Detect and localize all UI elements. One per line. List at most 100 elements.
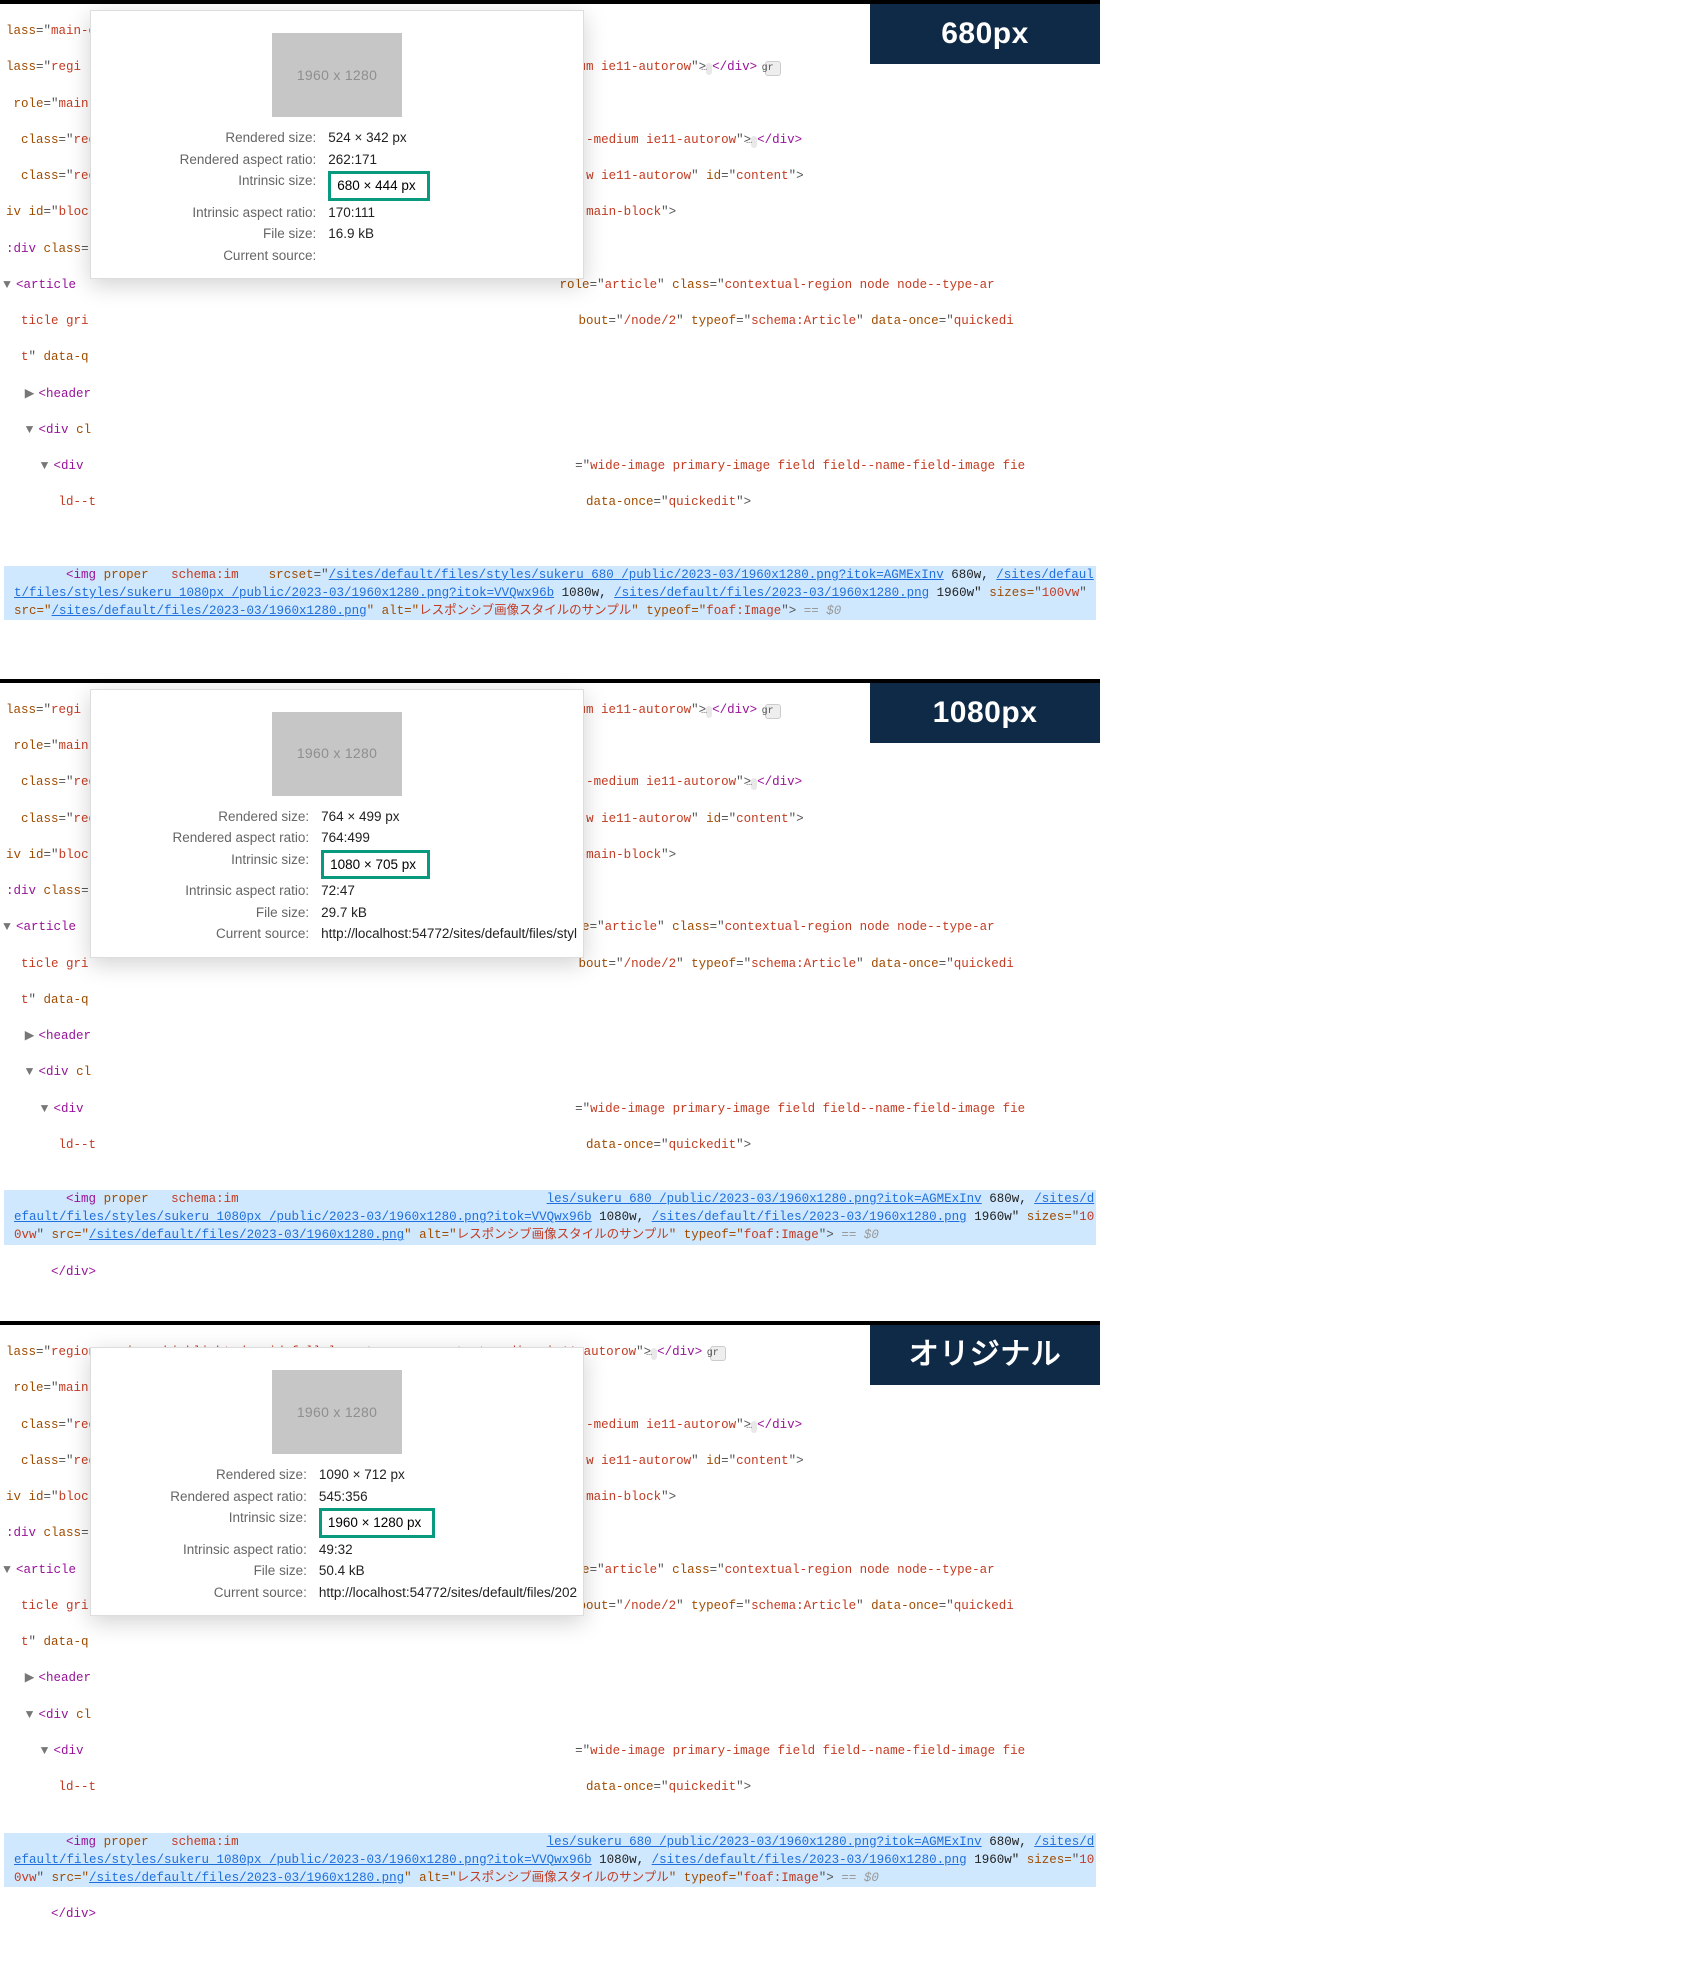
srcset-link-680[interactable]: /sites/default/files/styles/sukeru_680_/… (329, 568, 944, 582)
code-line[interactable]: ▶<header (4, 1669, 1096, 1687)
srcset-link-680-tail[interactable]: les/sukeru_680_/public/2023-03/1960x1280… (547, 1192, 982, 1206)
selected-img-element[interactable]: <img proper schema:imles/sukeru_680_/pub… (4, 1833, 1096, 1887)
expand-arrow-icon[interactable]: ▼ (44, 1100, 54, 1118)
value-rendered-size: 764 × 499 px (315, 806, 583, 828)
code-line[interactable]: t" data-q (4, 348, 1096, 366)
expand-arrow-icon[interactable]: ▼ (29, 421, 39, 439)
code-line[interactable]: </div> (4, 1905, 1096, 1923)
image-info-tooltip: 1960 x 1280 Rendered size:1090 × 712 px … (90, 1347, 584, 1616)
src-link[interactable]: /sites/default/files/2023-03/1960x1280.p… (89, 1871, 404, 1885)
srcset-link-680-tail[interactable]: les/sukeru_680_/public/2023-03/1960x1280… (547, 1835, 982, 1849)
expand-arrow-icon[interactable]: ▶ (29, 1669, 39, 1687)
value-file-size: 50.4 kB (313, 1560, 583, 1582)
value-rendered-size: 1090 × 712 px (313, 1464, 583, 1486)
label-intrinsic-ar: Intrinsic aspect ratio: (91, 202, 322, 224)
grid-badge[interactable]: gr (765, 704, 781, 719)
value-intrinsic-size: 1080 × 705 px (315, 849, 583, 881)
expand-arrow-icon[interactable]: ▼ (6, 276, 16, 294)
tooltip-properties-table: Rendered size:764 × 499 px Rendered aspe… (91, 806, 583, 945)
value-current-source[interactable]: http://localhost:54772/sites/default/fil… (313, 1582, 583, 1604)
expand-arrow-icon[interactable]: ▼ (44, 1742, 54, 1760)
value-file-size: 29.7 kB (315, 902, 583, 924)
value-rendered-ar: 764:499 (315, 827, 583, 849)
code-line[interactable]: ld--tdata-once="quickedit"> (4, 493, 1096, 511)
value-intrinsic-ar: 72:47 (315, 880, 583, 902)
intrinsic-size-highlight: 1960 × 1280 px (319, 1508, 435, 1538)
label-rendered-size: Rendered size: (91, 1464, 313, 1486)
label-file-size: File size: (91, 902, 315, 924)
code-line[interactable]: t" data-q (4, 1633, 1096, 1651)
label-rendered-size: Rendered size: (91, 806, 315, 828)
expand-arrow-icon[interactable]: ▼ (6, 1561, 16, 1579)
selected-marker: == $0 (841, 1228, 879, 1242)
value-intrinsic-size: 1960 × 1280 px (313, 1507, 583, 1539)
label-intrinsic-size: Intrinsic size: (91, 1507, 313, 1539)
intrinsic-size-highlight: 680 × 444 px (328, 171, 429, 201)
value-current-source[interactable]: http://localhost:54772/sites/default/fil… (315, 923, 583, 945)
label-intrinsic-size: Intrinsic size: (91, 849, 315, 881)
label-rendered-ar: Rendered aspect ratio: (91, 149, 322, 171)
image-info-tooltip: 1960 x 1280 Rendered size:524 × 342 px R… (90, 10, 584, 279)
value-current-source[interactable] (322, 245, 583, 267)
srcset-link-orig[interactable]: /sites/default/files/2023-03/1960x1280.p… (652, 1210, 967, 1224)
code-line[interactable]: ▼<div cl (4, 1706, 1096, 1724)
code-line[interactable]: ld--tdata-once="quickedit"> (4, 1136, 1096, 1154)
selected-img-element[interactable]: <img proper schema:im srcset="/sites/def… (4, 566, 1096, 620)
expand-arrow-icon[interactable]: ▼ (6, 918, 16, 936)
label-rendered-size: Rendered size: (91, 127, 322, 149)
value-file-size: 16.9 kB (322, 223, 583, 245)
code-line[interactable]: ▶<header (4, 385, 1096, 403)
src-link[interactable]: /sites/default/files/2023-03/1960x1280.p… (52, 604, 367, 618)
label-rendered-ar: Rendered aspect ratio: (91, 827, 315, 849)
value-rendered-ar: 545:356 (313, 1486, 583, 1508)
expand-arrow-icon[interactable]: ▼ (44, 457, 54, 475)
devtools-section-680: 680px 1960 x 1280 Rendered size:524 × 34… (0, 0, 1100, 679)
grid-badge[interactable]: gr (710, 1346, 726, 1361)
code-line[interactable]: ▼<div ="wide-image primary-image field f… (4, 1100, 1096, 1118)
selected-marker: == $0 (804, 604, 842, 618)
code-line[interactable]: </div> (4, 1263, 1096, 1281)
label-intrinsic-ar: Intrinsic aspect ratio: (91, 880, 315, 902)
grid-badge[interactable]: gr (765, 61, 781, 76)
srcset-link-orig[interactable]: /sites/default/files/2023-03/1960x1280.p… (652, 1853, 967, 1867)
label-file-size: File size: (91, 223, 322, 245)
label-file-size: File size: (91, 1560, 313, 1582)
src-link[interactable]: /sites/default/files/2023-03/1960x1280.p… (89, 1228, 404, 1242)
tooltip-thumbnail: 1960 x 1280 (272, 712, 402, 796)
selected-img-element[interactable]: <img proper schema:imles/sukeru_680_/pub… (4, 1190, 1096, 1244)
value-rendered-size: 524 × 342 px (322, 127, 583, 149)
image-info-tooltip: 1960 x 1280 Rendered size:764 × 499 px R… (90, 689, 584, 958)
value-intrinsic-ar: 49:32 (313, 1539, 583, 1561)
value-intrinsic-size: 680 × 444 px (322, 170, 583, 202)
code-line[interactable]: ▼<div cl (4, 1063, 1096, 1081)
tooltip-thumbnail: 1960 x 1280 (272, 1370, 402, 1454)
tooltip-properties-table: Rendered size:524 × 342 px Rendered aspe… (91, 127, 583, 266)
devtools-section-original: オリジナル 1960 x 1280 Rendered size:1090 × 7… (0, 1321, 1100, 1963)
label-current-source: Current source: (91, 923, 315, 945)
expand-arrow-icon[interactable]: ▶ (29, 385, 39, 403)
code-line[interactable]: ▼<div ="wide-image primary-image field f… (4, 457, 1096, 475)
tooltip-properties-table: Rendered size:1090 × 712 px Rendered asp… (91, 1464, 583, 1603)
code-line[interactable]: t" data-q (4, 991, 1096, 1009)
section-badge: 680px (870, 4, 1100, 64)
expand-arrow-icon[interactable]: ▶ (29, 1027, 39, 1045)
label-intrinsic-size: Intrinsic size: (91, 170, 322, 202)
code-line[interactable]: ▼<div ="wide-image primary-image field f… (4, 1742, 1096, 1760)
label-current-source: Current source: (91, 1582, 313, 1604)
code-line[interactable]: ▼<div cl (4, 421, 1096, 439)
srcset-link-orig[interactable]: /sites/default/files/2023-03/1960x1280.p… (614, 586, 929, 600)
code-line[interactable]: ticle gribout="/node/2" typeof="schema:A… (4, 312, 1096, 330)
label-intrinsic-ar: Intrinsic aspect ratio: (91, 1539, 313, 1561)
code-line[interactable]: ▶<header (4, 1027, 1096, 1045)
expand-arrow-icon[interactable]: ▼ (29, 1706, 39, 1724)
label-rendered-ar: Rendered aspect ratio: (91, 1486, 313, 1508)
label-current-source: Current source: (91, 245, 322, 267)
section-badge: 1080px (870, 683, 1100, 743)
devtools-section-1080: 1080px 1960 x 1280 Rendered size:764 × 4… (0, 679, 1100, 1321)
selected-marker: == $0 (841, 1871, 879, 1885)
value-rendered-ar: 262:171 (322, 149, 583, 171)
value-intrinsic-ar: 170:111 (322, 202, 583, 224)
expand-arrow-icon[interactable]: ▼ (29, 1063, 39, 1081)
section-badge: オリジナル (870, 1325, 1100, 1385)
code-line[interactable]: ld--tdata-once="quickedit"> (4, 1778, 1096, 1796)
